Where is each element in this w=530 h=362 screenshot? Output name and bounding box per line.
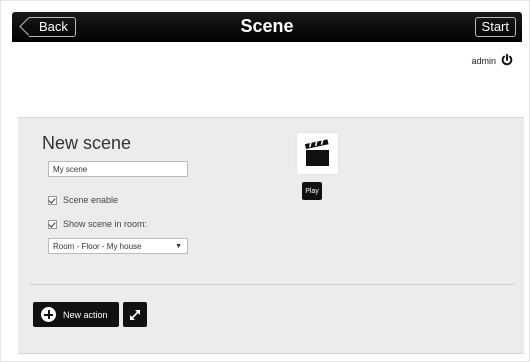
scene-enable-row[interactable]: Scene enable bbox=[48, 195, 118, 205]
clapperboard-icon bbox=[304, 138, 329, 166]
scene-icon-box[interactable] bbox=[297, 133, 338, 174]
power-icon[interactable] bbox=[500, 53, 514, 69]
new-action-label: New action bbox=[63, 309, 108, 320]
room-select[interactable]: Room - Floor - My house ▼ bbox=[48, 238, 188, 254]
new-action-button[interactable]: New action bbox=[33, 302, 119, 327]
scene-name-input[interactable] bbox=[48, 161, 188, 177]
scene-enable-checkbox[interactable] bbox=[48, 195, 57, 205]
username-label: admin bbox=[471, 56, 496, 66]
show-in-room-label: Show scene in room: bbox=[63, 219, 148, 229]
user-area: admin bbox=[471, 53, 514, 69]
scene-title: New scene bbox=[42, 133, 132, 153]
scene-enable-label: Scene enable bbox=[63, 195, 119, 205]
header-bar: Back Scene Start bbox=[12, 12, 522, 42]
expand-button[interactable] bbox=[123, 302, 147, 327]
page-title: Scene bbox=[240, 16, 294, 36]
show-in-room-checkbox[interactable] bbox=[48, 219, 57, 229]
room-select-value: Room - Floor - My house bbox=[53, 242, 142, 251]
start-button[interactable]: Start bbox=[474, 17, 516, 37]
divider bbox=[30, 284, 515, 285]
show-in-room-row[interactable]: Show scene in room: bbox=[48, 219, 147, 229]
plus-circle-icon bbox=[41, 307, 56, 322]
chevron-down-icon: ▼ bbox=[175, 243, 182, 250]
play-button[interactable]: Play bbox=[302, 182, 322, 200]
expand-icon bbox=[130, 309, 140, 320]
